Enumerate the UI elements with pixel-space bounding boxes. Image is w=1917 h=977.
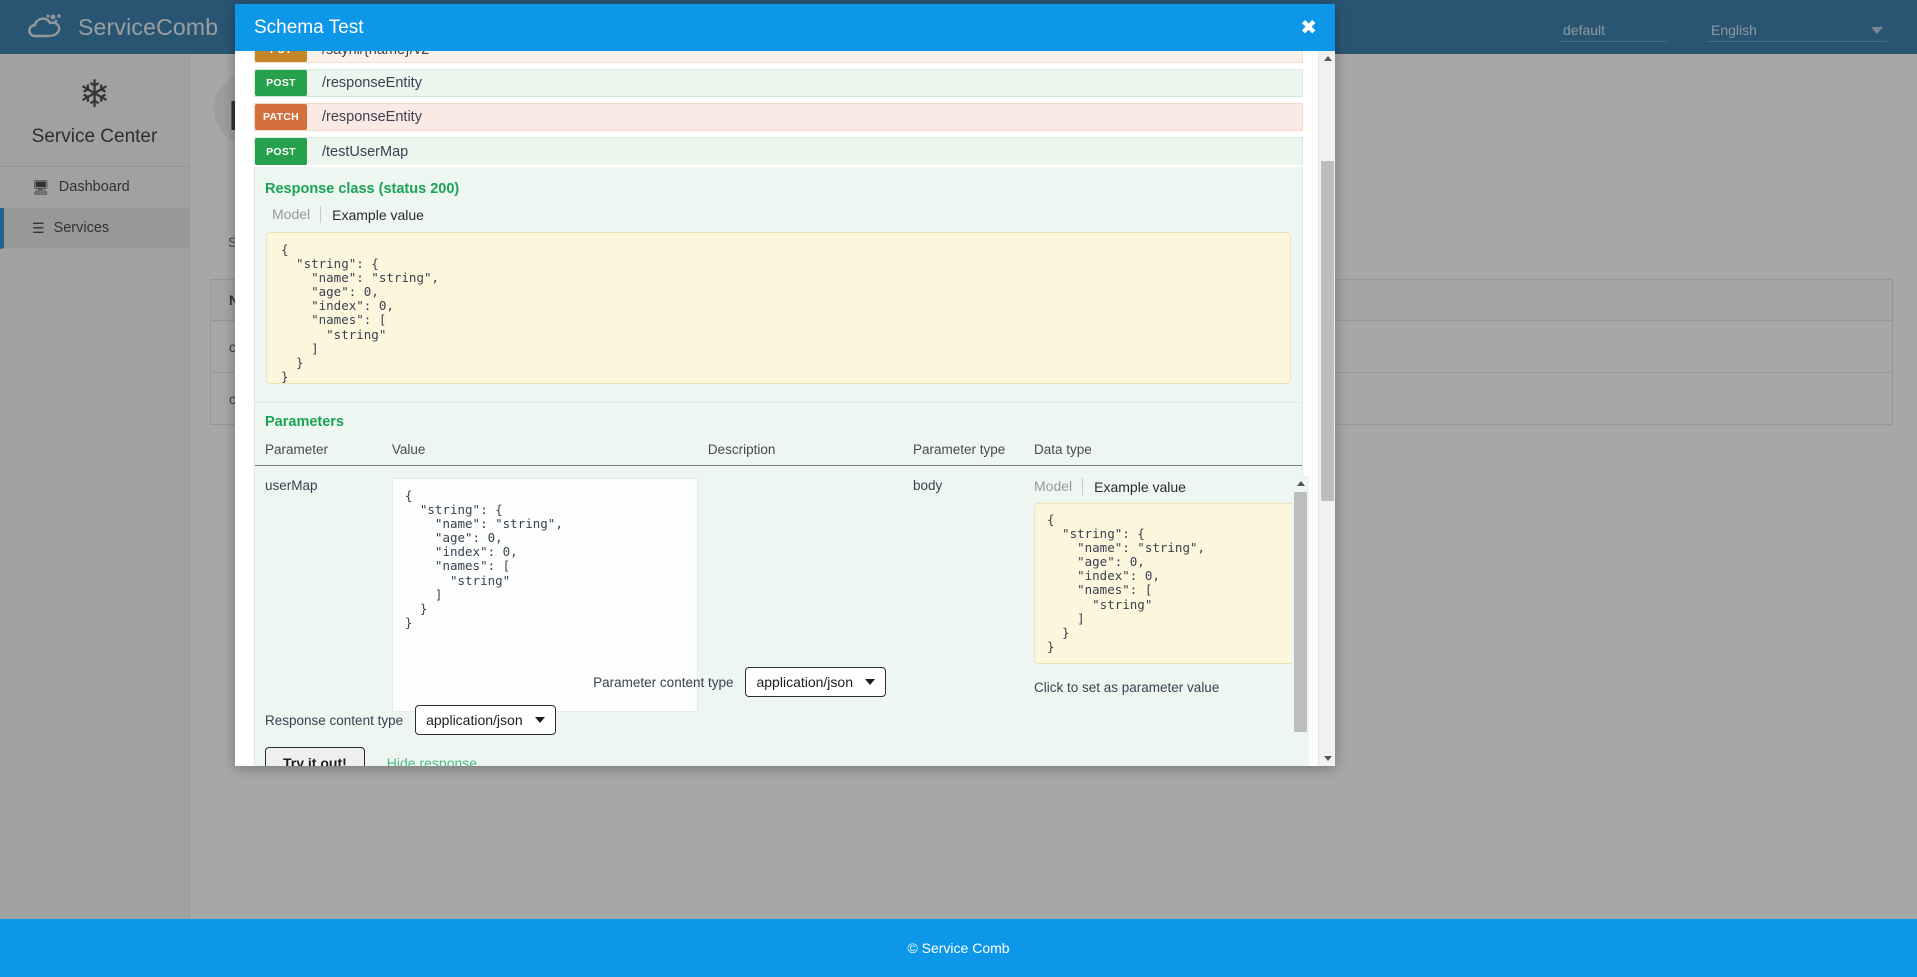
scroll-up-icon[interactable] bbox=[1292, 476, 1309, 491]
col-header-parameter: Parameter bbox=[255, 438, 382, 466]
dialog-body: PUT /sayhi/{name}/v2 POST /responseEntit… bbox=[235, 51, 1335, 766]
endpoint-path: /responseEntity bbox=[307, 70, 1302, 96]
tab-model[interactable]: Model bbox=[272, 206, 321, 223]
parameter-content-type-select[interactable]: application/json bbox=[745, 667, 886, 697]
dialog-title: Schema Test bbox=[254, 17, 363, 39]
chevron-down-icon bbox=[865, 679, 875, 685]
endpoint-verb: PATCH bbox=[255, 104, 307, 130]
parameters-header-row: Parameter Value Description Parameter ty… bbox=[255, 438, 1302, 466]
operation-details: Response class (status 200) Model Exampl… bbox=[254, 167, 1303, 766]
endpoint-row-put-sayhi[interactable]: PUT /sayhi/{name}/v2 bbox=[254, 51, 1303, 63]
footer-text: © Service Comb bbox=[907, 940, 1009, 956]
data-type-cell: Model Example value { "string": { "name"… bbox=[1024, 466, 1302, 716]
endpoint-row-post-responseentity[interactable]: POST /responseEntity bbox=[254, 69, 1303, 97]
endpoint-list: PUT /sayhi/{name}/v2 POST /responseEntit… bbox=[254, 51, 1303, 165]
endpoint-path: /responseEntity bbox=[307, 104, 1302, 130]
col-header-value: Value bbox=[382, 438, 698, 466]
parameters-section: Parameters Parameter Value Description P… bbox=[255, 402, 1302, 697]
dialog-header: Schema Test ✖ bbox=[235, 4, 1335, 51]
tab-model[interactable]: Model bbox=[1034, 478, 1083, 495]
parameter-content-type-value: application/json bbox=[756, 674, 853, 690]
schema-test-dialog: Schema Test ✖ PUT /sayhi/{name}/v2 POST … bbox=[235, 4, 1335, 766]
response-content-type-select[interactable]: application/json bbox=[415, 705, 556, 735]
page-footer: © Service Comb bbox=[0, 919, 1917, 977]
response-class-tabs: Model Example value bbox=[255, 206, 1302, 223]
endpoint-verb: POST bbox=[255, 138, 307, 165]
dialog-scrollbar[interactable] bbox=[1318, 51, 1335, 766]
scroll-up-icon[interactable] bbox=[1319, 51, 1336, 66]
parameter-type: body bbox=[903, 466, 1024, 716]
operation-actions: Try it out! Hide response bbox=[255, 735, 1302, 766]
scroll-down-icon[interactable] bbox=[1319, 751, 1336, 766]
dialog-scroll-region: PUT /sayhi/{name}/v2 POST /responseEntit… bbox=[235, 51, 1335, 766]
col-header-parameter-type: Parameter type bbox=[903, 438, 1024, 466]
parameter-content-type-label: Parameter content type bbox=[593, 675, 733, 690]
endpoint-verb: POST bbox=[255, 70, 307, 96]
chevron-down-icon bbox=[535, 717, 545, 723]
parameters-scrollbar[interactable] bbox=[1292, 476, 1309, 766]
try-it-out-button[interactable]: Try it out! bbox=[265, 747, 365, 766]
data-type-tabs: Model Example value bbox=[1034, 478, 1302, 495]
col-header-data-type: Data type bbox=[1024, 438, 1302, 466]
endpoint-row-patch-responseentity[interactable]: PATCH /responseEntity bbox=[254, 103, 1303, 131]
response-content-type-value: application/json bbox=[426, 712, 523, 728]
set-parameter-hint: Click to set as parameter value bbox=[1034, 680, 1302, 695]
data-type-example-code[interactable]: { "string": { "name": "string", "age": 0… bbox=[1034, 503, 1302, 664]
col-header-description: Description bbox=[698, 438, 903, 466]
tab-example-value[interactable]: Example value bbox=[321, 207, 424, 223]
response-class-heading: Response class (status 200) bbox=[255, 181, 1302, 197]
tab-example-value[interactable]: Example value bbox=[1083, 479, 1186, 495]
parameters-heading: Parameters bbox=[255, 403, 1302, 430]
response-example-value-code: { "string": { "name": "string", "age": 0… bbox=[266, 232, 1291, 384]
scrollbar-thumb[interactable] bbox=[1321, 161, 1334, 501]
endpoint-row-post-testusermap[interactable]: POST /testUserMap bbox=[254, 137, 1303, 165]
endpoint-path: /testUserMap bbox=[307, 138, 1302, 165]
endpoint-verb: PUT bbox=[255, 51, 307, 62]
scrollbar-thumb[interactable] bbox=[1294, 492, 1307, 732]
hide-response-link[interactable]: Hide response bbox=[387, 755, 477, 767]
endpoint-path: /sayhi/{name}/v2 bbox=[307, 51, 1302, 62]
close-icon[interactable]: ✖ bbox=[1300, 18, 1317, 38]
